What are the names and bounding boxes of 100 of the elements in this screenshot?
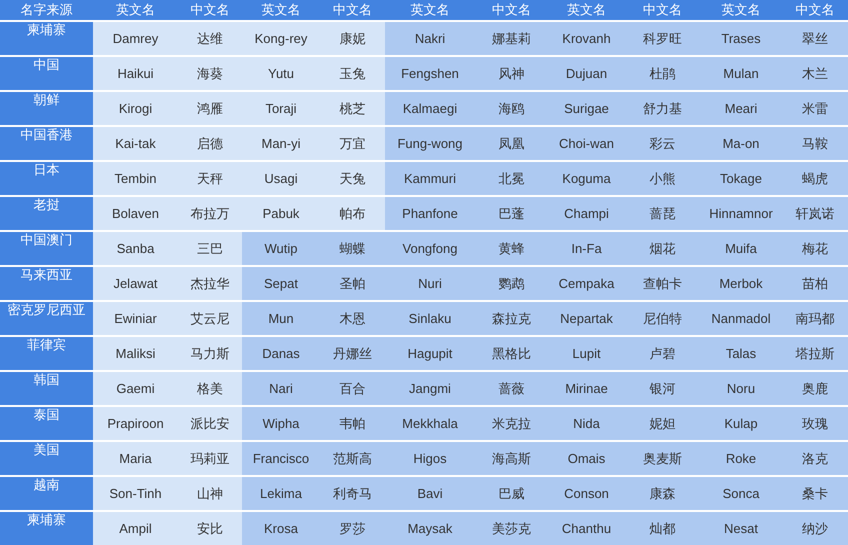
origin-cell: 密克罗尼西亚 [0,301,93,336]
english-name-cell: Mekkhala [385,406,475,441]
origin-cell: 越南 [0,476,93,511]
english-name-cell: Kirogi [93,91,178,126]
chinese-name-cell: 圣帕 [320,266,385,301]
english-name-cell: Merbok [700,266,782,301]
origin-cell: 日本 [0,161,93,196]
english-name-cell: Muifa [700,231,782,266]
english-name-cell: Ampil [93,511,178,545]
chinese-name-cell: 美莎克 [475,511,548,545]
chinese-name-cell: 银河 [625,371,700,406]
chinese-name-cell: 康森 [625,476,700,511]
column-header: 中文名 [782,0,848,21]
chinese-name-cell: 海葵 [178,56,242,91]
english-name-cell: Cempaka [548,266,625,301]
english-name-cell: Fung-wong [385,126,475,161]
english-name-cell: Mun [242,301,320,336]
english-name-cell: Nanmadol [700,301,782,336]
column-header: 名字来源 [0,0,93,21]
english-name-cell: Hagupit [385,336,475,371]
chinese-name-cell: 蔷琵 [625,196,700,231]
origin-cell: 柬埔寨 [0,21,93,56]
english-name-cell: Son-Tinh [93,476,178,511]
english-name-cell: Nida [548,406,625,441]
chinese-name-cell: 马鞍 [782,126,848,161]
english-name-cell: Wutip [242,231,320,266]
chinese-name-cell: 小熊 [625,161,700,196]
chinese-name-cell: 罗莎 [320,511,385,545]
chinese-name-cell: 梅花 [782,231,848,266]
chinese-name-cell: 马力斯 [178,336,242,371]
english-name-cell: Bolaven [93,196,178,231]
chinese-name-cell: 桑卡 [782,476,848,511]
chinese-name-cell: 苗柏 [782,266,848,301]
chinese-name-cell: 米雷 [782,91,848,126]
chinese-name-cell: 三巴 [178,231,242,266]
english-name-cell: Noru [700,371,782,406]
column-header: 中文名 [475,0,548,21]
chinese-name-cell: 范斯高 [320,441,385,476]
english-name-cell: Tokage [700,161,782,196]
chinese-name-cell: 风神 [475,56,548,91]
english-name-cell: Sepat [242,266,320,301]
column-header: 英文名 [700,0,782,21]
english-name-cell: Nakri [385,21,475,56]
chinese-name-cell: 科罗旺 [625,21,700,56]
chinese-name-cell: 烟花 [625,231,700,266]
chinese-name-cell: 木兰 [782,56,848,91]
origin-cell: 中国香港 [0,126,93,161]
chinese-name-cell: 北冕 [475,161,548,196]
chinese-name-cell: 黑格比 [475,336,548,371]
english-name-cell: Sanba [93,231,178,266]
english-name-cell: Bavi [385,476,475,511]
chinese-name-cell: 森拉克 [475,301,548,336]
english-name-cell: Tembin [93,161,178,196]
chinese-name-cell: 纳沙 [782,511,848,545]
english-name-cell: Francisco [242,441,320,476]
chinese-name-cell: 韦帕 [320,406,385,441]
english-name-cell: Choi-wan [548,126,625,161]
chinese-name-cell: 玫瑰 [782,406,848,441]
chinese-name-cell: 凤凰 [475,126,548,161]
chinese-name-cell: 木恩 [320,301,385,336]
english-name-cell: Nari [242,371,320,406]
chinese-name-cell: 舒力基 [625,91,700,126]
english-name-cell: Jelawat [93,266,178,301]
english-name-cell: Mirinae [548,371,625,406]
english-name-cell: Ma-on [700,126,782,161]
chinese-name-cell: 启德 [178,126,242,161]
english-name-cell: Kong-rey [242,21,320,56]
chinese-name-cell: 蝎虎 [782,161,848,196]
english-name-cell: Wipha [242,406,320,441]
chinese-name-cell: 奥麦斯 [625,441,700,476]
chinese-name-cell: 尼伯特 [625,301,700,336]
english-name-cell: Krosa [242,511,320,545]
english-name-cell: Gaemi [93,371,178,406]
chinese-name-cell: 娜基莉 [475,21,548,56]
english-name-cell: Ewiniar [93,301,178,336]
english-name-cell: Meari [700,91,782,126]
origin-cell: 柬埔寨 [0,511,93,545]
chinese-name-cell: 彩云 [625,126,700,161]
chinese-name-cell: 洛克 [782,441,848,476]
english-name-cell: Lekima [242,476,320,511]
english-name-cell: Talas [700,336,782,371]
english-name-cell: Fengshen [385,56,475,91]
chinese-name-cell: 米克拉 [475,406,548,441]
chinese-name-cell: 南玛都 [782,301,848,336]
origin-cell: 泰国 [0,406,93,441]
english-name-cell: Krovanh [548,21,625,56]
chinese-name-cell: 派比安 [178,406,242,441]
chinese-name-cell: 天秤 [178,161,242,196]
chinese-name-cell: 巴蓬 [475,196,548,231]
english-name-cell: Damrey [93,21,178,56]
english-name-cell: Nuri [385,266,475,301]
chinese-name-cell: 黄蜂 [475,231,548,266]
english-name-cell: Danas [242,336,320,371]
chinese-name-cell: 杜鹃 [625,56,700,91]
chinese-name-cell: 妮妲 [625,406,700,441]
english-name-cell: Maysak [385,511,475,545]
column-header: 中文名 [625,0,700,21]
english-name-cell: Higos [385,441,475,476]
chinese-name-cell: 海鸥 [475,91,548,126]
english-name-cell: Surigae [548,91,625,126]
